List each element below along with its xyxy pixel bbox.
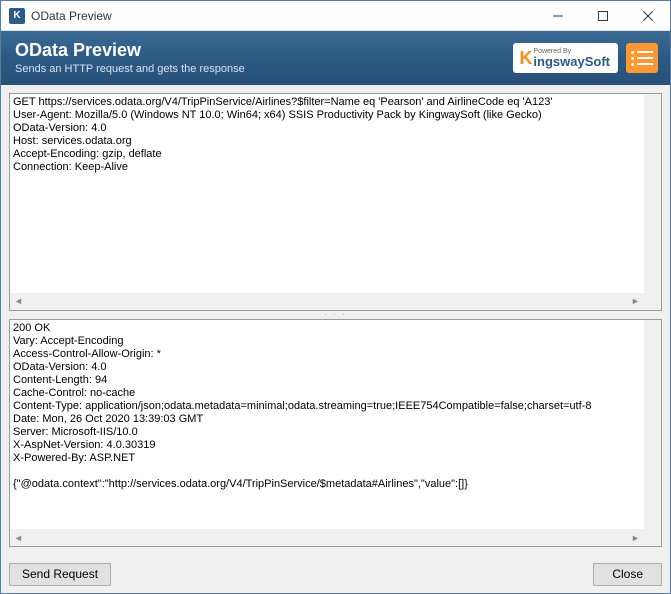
logo-k-icon: K	[519, 48, 532, 69]
kingswaysoft-logo: K Powered By ingswaySoft	[513, 43, 618, 73]
request-text[interactable]: GET https://services.odata.org/V4/TripPi…	[10, 94, 644, 293]
page-subtitle: Sends an HTTP request and gets the respo…	[15, 63, 513, 75]
window-title: OData Preview	[31, 9, 535, 23]
response-vscrollbar[interactable]	[644, 320, 661, 529]
page-title: OData Preview	[15, 41, 513, 61]
request-hscrollbar[interactable]: ◄ ►	[10, 293, 644, 310]
scroll-left-icon[interactable]: ◄	[10, 293, 27, 310]
send-request-button[interactable]: Send Request	[9, 563, 111, 586]
content-area: GET https://services.odata.org/V4/TripPi…	[1, 85, 670, 555]
maximize-button[interactable]	[580, 1, 625, 30]
request-pane[interactable]: GET https://services.odata.org/V4/TripPi…	[9, 93, 662, 311]
close-icon	[643, 11, 653, 21]
close-window-button[interactable]	[625, 1, 670, 30]
scroll-left-icon[interactable]: ◄	[10, 529, 27, 546]
header-banner: OData Preview Sends an HTTP request and …	[1, 31, 670, 85]
odata-preview-window: K OData Preview OData Preview Sends an H…	[0, 0, 671, 594]
window-controls	[535, 1, 670, 30]
close-button[interactable]: Close	[593, 563, 662, 586]
minimize-icon	[553, 11, 563, 21]
splitter-handle[interactable]: · · ·	[9, 311, 662, 319]
response-hscrollbar[interactable]: ◄ ►	[10, 529, 644, 546]
maximize-icon	[598, 11, 608, 21]
scroll-right-icon[interactable]: ►	[627, 529, 644, 546]
minimize-button[interactable]	[535, 1, 580, 30]
scroll-right-icon[interactable]: ►	[627, 293, 644, 310]
response-text[interactable]: 200 OK Vary: Accept-Encoding Access-Cont…	[10, 320, 644, 529]
logo-brand-name: ingswaySoft	[533, 54, 610, 69]
scroll-corner	[644, 293, 661, 310]
response-pane[interactable]: 200 OK Vary: Accept-Encoding Access-Cont…	[9, 319, 662, 547]
app-icon: K	[9, 8, 25, 24]
request-vscrollbar[interactable]	[644, 94, 661, 293]
scroll-corner	[644, 529, 661, 546]
list-icon	[626, 43, 658, 73]
footer-bar: Send Request Close	[1, 555, 670, 593]
header-logo-group: K Powered By ingswaySoft	[513, 43, 658, 73]
titlebar[interactable]: K OData Preview	[1, 1, 670, 31]
